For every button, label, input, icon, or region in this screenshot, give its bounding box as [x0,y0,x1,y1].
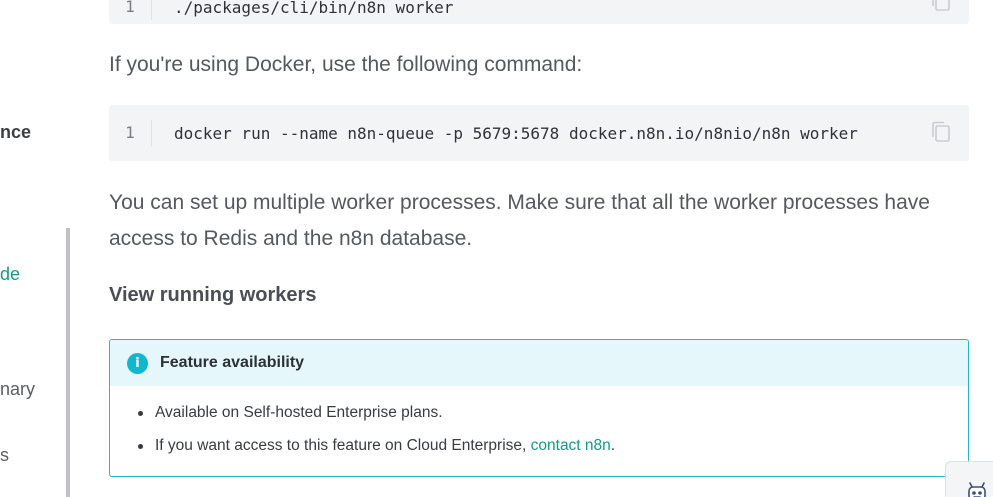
feature-availability-callout: i Feature availability Available on Self… [109,339,969,477]
copy-icon[interactable] [931,121,951,143]
code-block-docker: 1 docker run --name n8n-queue -p 5679:56… [109,105,969,161]
line-number: 1 [109,120,152,146]
code-text: ./packages/cli/bin/n8n worker [174,0,454,17]
sidebar-scrollbar[interactable] [66,228,70,497]
callout-title: Feature availability [160,354,305,371]
section-heading: View running workers [109,284,317,306]
docker-intro-text: If you're using Docker, use the followin… [109,53,583,76]
code-line: 1 ./packages/cli/bin/n8n worker [109,0,453,24]
callout-header: i Feature availability [110,340,968,386]
contact-n8n-link[interactable]: contact n8n [531,437,611,454]
sidebar-item-fragment[interactable]: nce [0,121,31,143]
line-number: 1 [109,0,152,20]
code-block-worker: 1 ./packages/cli/bin/n8n worker [109,0,969,24]
sidebar-item-fragment-2[interactable]: nary [0,378,35,400]
sidebar-item-active-fragment[interactable]: de [0,263,20,285]
info-icon: i [127,352,148,374]
code-text: docker run --name n8n-queue -p 5679:5678… [174,123,858,143]
list-item: If you want access to this feature on Cl… [138,436,968,456]
list-item-text: If you want access to this feature on Cl… [155,437,531,454]
callout-list: Available on Self-hosted Enterprise plan… [110,386,968,456]
chat-widget-icon [968,482,986,497]
chat-widget-button[interactable] [945,461,993,497]
list-item-text-end: . [610,437,616,454]
list-item: Available on Self-hosted Enterprise plan… [138,403,968,423]
copy-icon[interactable] [931,0,951,12]
sidebar-item-fragment-3[interactable]: s [0,444,9,466]
code-line: 1 docker run --name n8n-queue -p 5679:56… [109,105,858,161]
workers-paragraph: You can set up multiple worker processes… [109,191,930,250]
list-item-text: Available on Self-hosted Enterprise plan… [155,404,443,421]
